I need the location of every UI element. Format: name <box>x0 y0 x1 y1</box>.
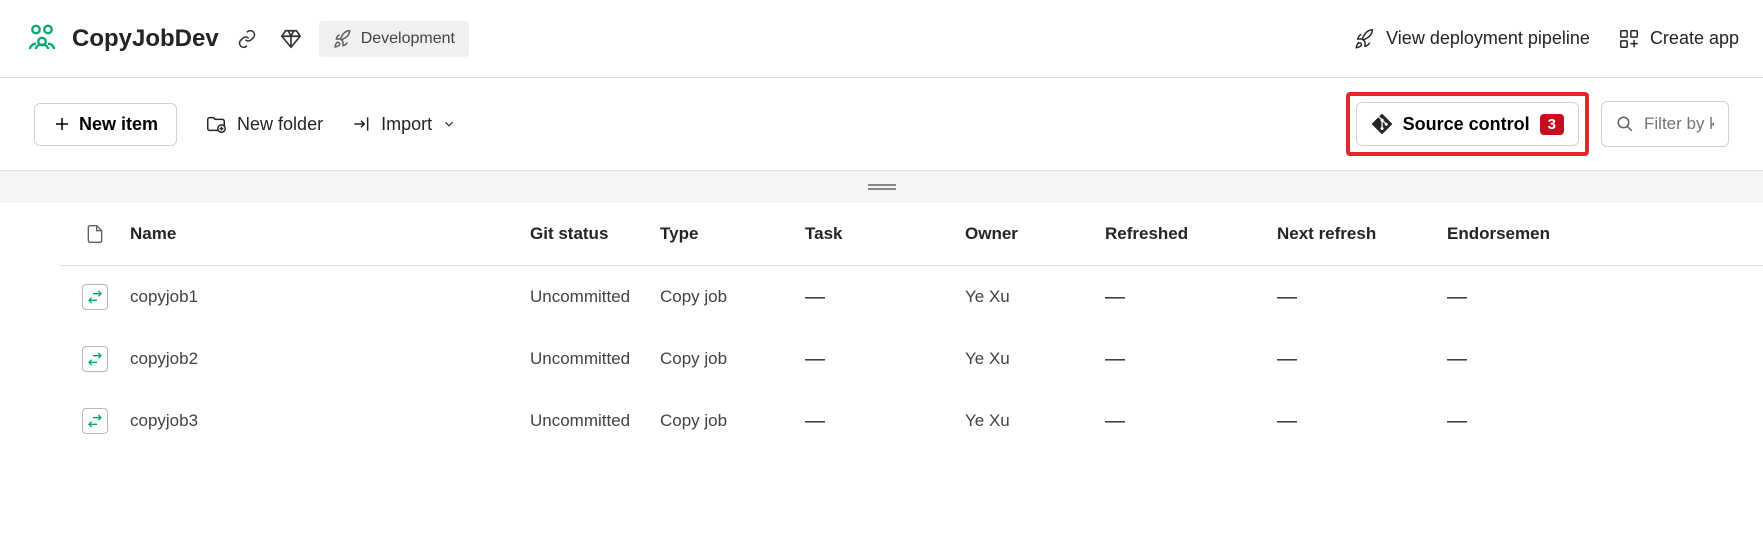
app-grid-icon <box>1618 28 1640 50</box>
new-item-label: New item <box>79 114 158 135</box>
copyjob-icon <box>82 408 108 434</box>
stage-label: Development <box>361 30 455 48</box>
row-icon-cell <box>60 284 130 310</box>
row-type: Copy job <box>660 287 805 307</box>
filter-box[interactable] <box>1601 101 1729 147</box>
workspace-title: CopyJobDev <box>72 25 219 53</box>
row-task: — <box>805 348 965 371</box>
link-icon[interactable] <box>231 23 263 55</box>
table-row[interactable]: copyjob3 Uncommitted Copy job — Ye Xu — … <box>60 390 1763 452</box>
row-git: Uncommitted <box>530 411 660 431</box>
toolbar: New item New folder Import <box>0 78 1763 171</box>
new-folder-label: New folder <box>237 114 323 135</box>
resize-handle[interactable] <box>0 171 1763 203</box>
col-header-git[interactable]: Git status <box>530 224 660 244</box>
stage-badge[interactable]: Development <box>319 21 469 57</box>
col-header-type[interactable]: Type <box>660 224 805 244</box>
new-folder-button[interactable]: New folder <box>205 113 323 135</box>
rocket-icon <box>1354 28 1376 50</box>
header-left: CopyJobDev Development <box>24 19 469 58</box>
col-header-next[interactable]: Next refresh <box>1277 224 1447 244</box>
plus-icon <box>53 115 71 133</box>
row-type: Copy job <box>660 349 805 369</box>
view-pipeline-label: View deployment pipeline <box>1386 28 1590 49</box>
table-row[interactable]: copyjob1 Uncommitted Copy job — Ye Xu — … <box>60 266 1763 328</box>
folder-plus-icon <box>205 113 227 135</box>
drag-handle-icon <box>868 184 896 190</box>
row-next: — <box>1277 348 1447 371</box>
chevron-down-icon <box>442 117 456 131</box>
git-icon <box>1371 113 1393 135</box>
row-refreshed: — <box>1105 286 1277 309</box>
search-icon <box>1616 115 1634 133</box>
workspace-icon <box>24 19 60 58</box>
items-table: Name Git status Type Task Owner Refreshe… <box>0 203 1763 452</box>
row-owner: Ye Xu <box>965 411 1105 431</box>
row-next: — <box>1277 286 1447 309</box>
table-row[interactable]: copyjob2 Uncommitted Copy job — Ye Xu — … <box>60 328 1763 390</box>
import-button[interactable]: Import <box>351 114 456 135</box>
new-item-button[interactable]: New item <box>34 103 177 146</box>
col-header-task[interactable]: Task <box>805 224 965 244</box>
row-endorsement: — <box>1447 286 1587 309</box>
row-git: Uncommitted <box>530 349 660 369</box>
filter-input[interactable] <box>1644 114 1714 134</box>
copyjob-icon <box>82 346 108 372</box>
file-icon <box>85 223 105 245</box>
header-right: View deployment pipeline Create app <box>1354 28 1739 50</box>
row-icon-cell <box>60 408 130 434</box>
copyjob-icon <box>82 284 108 310</box>
col-header-icon[interactable] <box>60 223 130 245</box>
row-name[interactable]: copyjob2 <box>130 349 530 369</box>
workspace-header: CopyJobDev Development <box>0 0 1763 78</box>
create-app-label: Create app <box>1650 28 1739 49</box>
source-control-button[interactable]: Source control 3 <box>1356 102 1579 146</box>
row-owner: Ye Xu <box>965 287 1105 307</box>
view-pipeline-button[interactable]: View deployment pipeline <box>1354 28 1590 50</box>
table-header-row: Name Git status Type Task Owner Refreshe… <box>60 203 1763 266</box>
col-header-name[interactable]: Name <box>130 224 530 244</box>
source-control-count: 3 <box>1540 114 1564 135</box>
row-git: Uncommitted <box>530 287 660 307</box>
toolbar-right: Source control 3 <box>1346 92 1729 156</box>
source-control-highlight: Source control 3 <box>1346 92 1589 156</box>
row-task: — <box>805 286 965 309</box>
row-type: Copy job <box>660 411 805 431</box>
col-header-endorsement[interactable]: Endorsemen <box>1447 224 1587 244</box>
row-refreshed: — <box>1105 348 1277 371</box>
row-endorsement: — <box>1447 410 1587 433</box>
row-name[interactable]: copyjob3 <box>130 411 530 431</box>
import-icon <box>351 114 371 134</box>
row-next: — <box>1277 410 1447 433</box>
import-label: Import <box>381 114 432 135</box>
toolbar-left: New item New folder Import <box>34 103 456 146</box>
col-header-refreshed[interactable]: Refreshed <box>1105 224 1277 244</box>
create-app-button[interactable]: Create app <box>1618 28 1739 50</box>
col-header-owner[interactable]: Owner <box>965 224 1105 244</box>
diamond-icon[interactable] <box>275 23 307 55</box>
row-endorsement: — <box>1447 348 1587 371</box>
source-control-label: Source control <box>1403 114 1530 135</box>
rocket-icon <box>333 29 353 49</box>
row-name[interactable]: copyjob1 <box>130 287 530 307</box>
row-owner: Ye Xu <box>965 349 1105 369</box>
row-refreshed: — <box>1105 410 1277 433</box>
row-task: — <box>805 410 965 433</box>
row-icon-cell <box>60 346 130 372</box>
